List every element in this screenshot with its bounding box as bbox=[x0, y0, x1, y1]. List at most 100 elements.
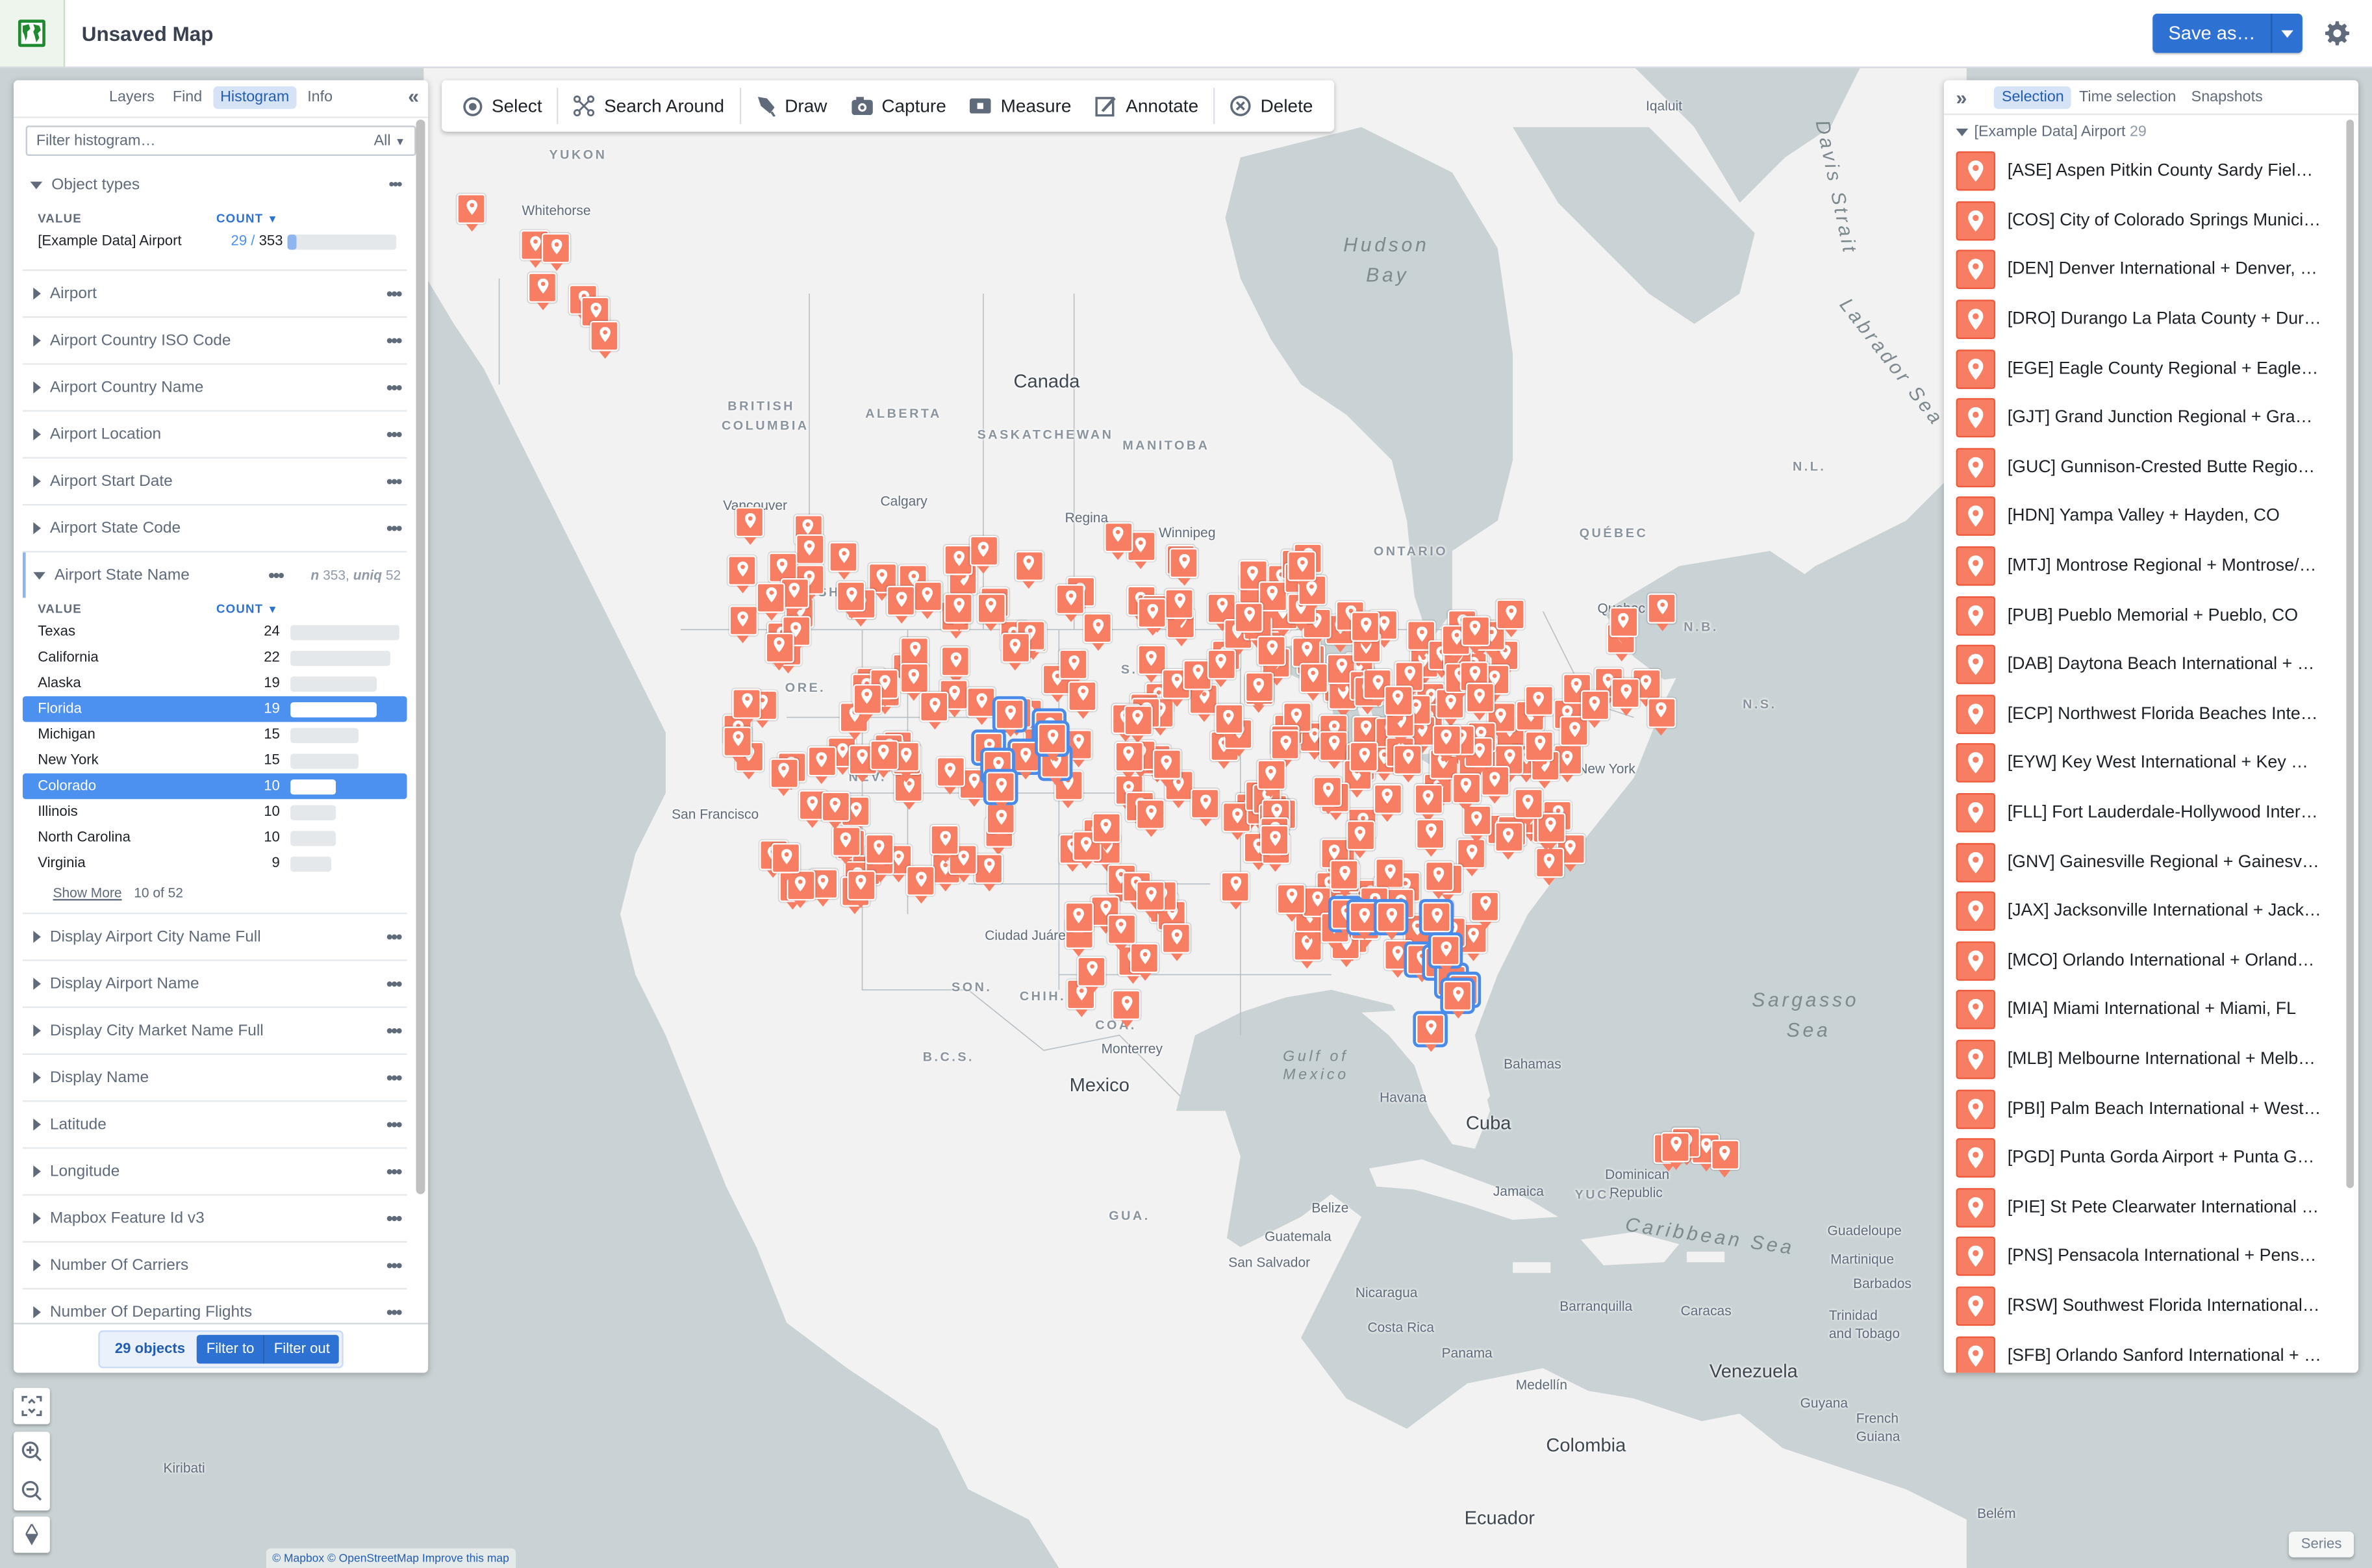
airport-marker[interactable] bbox=[1319, 730, 1349, 768]
airport-marker[interactable] bbox=[732, 688, 762, 726]
airport-marker[interactable] bbox=[869, 740, 898, 778]
count-column-header[interactable]: COUNT ▼ bbox=[216, 211, 279, 225]
selected-airport-marker[interactable] bbox=[1413, 1011, 1448, 1052]
selection-list-item[interactable]: [ASE] Aspen Pitkin County Sardy Field + … bbox=[1944, 147, 2358, 196]
more-options-icon[interactable]: ••• bbox=[386, 926, 403, 948]
show-more-link[interactable]: Show More bbox=[53, 885, 122, 900]
airport-marker[interactable] bbox=[1083, 613, 1112, 651]
delete-button[interactable]: Delete bbox=[1218, 80, 1325, 131]
histogram-row[interactable]: Michigan 15 bbox=[23, 722, 407, 748]
count-column-header[interactable]: COUNT ▼ bbox=[216, 601, 279, 615]
airport-marker[interactable] bbox=[1416, 818, 1446, 857]
airport-marker[interactable] bbox=[1191, 789, 1220, 827]
selection-list-item[interactable]: [EYW] Key West International + Key West,… bbox=[1944, 739, 2358, 788]
airport-marker[interactable] bbox=[1078, 955, 1107, 994]
airport-marker[interactable] bbox=[1330, 860, 1359, 898]
airport-marker[interactable] bbox=[1234, 601, 1263, 640]
more-options-icon[interactable]: ••• bbox=[386, 471, 403, 492]
airport-marker[interactable] bbox=[936, 757, 965, 795]
filter-out-button[interactable]: Filter out bbox=[264, 1334, 339, 1363]
airport-marker[interactable] bbox=[1169, 548, 1199, 587]
histogram-row[interactable]: Colorado 10 bbox=[22, 773, 407, 800]
property-section[interactable]: Airport State Code ••• bbox=[22, 505, 407, 553]
left-panel-scrollbar[interactable] bbox=[416, 120, 425, 1195]
airport-marker[interactable] bbox=[821, 792, 850, 830]
selection-list-item[interactable]: [MIA] Miami International + Miami, FL bbox=[1944, 985, 2358, 1035]
airport-marker[interactable] bbox=[1277, 883, 1306, 922]
selection-list-item[interactable]: [PBI] Palm Beach International + West Pa… bbox=[1944, 1084, 2358, 1133]
selection-group-header[interactable]: [Example Data] Airport 29 bbox=[1944, 115, 2358, 147]
airport-marker[interactable] bbox=[837, 581, 866, 620]
airport-marker[interactable] bbox=[1123, 705, 1153, 743]
property-section[interactable]: Number Of Carriers ••• bbox=[22, 1243, 407, 1290]
airport-marker[interactable] bbox=[944, 545, 973, 583]
selected-objects-count[interactable]: 29 objects bbox=[103, 1340, 197, 1357]
airport-marker[interactable] bbox=[724, 726, 753, 765]
airport-marker[interactable] bbox=[920, 692, 950, 730]
airport-marker[interactable] bbox=[900, 663, 929, 702]
airport-marker[interactable] bbox=[795, 534, 824, 572]
world-map-icon[interactable] bbox=[0, 0, 66, 67]
airport-marker[interactable] bbox=[1152, 750, 1181, 788]
airport-marker[interactable] bbox=[728, 605, 758, 644]
draw-button[interactable]: Draw bbox=[744, 80, 839, 131]
selection-list-item[interactable]: [JAX] Jacksonville International + Jacks… bbox=[1944, 887, 2358, 936]
save-options-dropdown[interactable] bbox=[2270, 13, 2303, 53]
airport-marker[interactable] bbox=[944, 592, 973, 631]
more-options-icon[interactable]: ••• bbox=[386, 330, 403, 351]
tab-layers[interactable]: Layers bbox=[101, 86, 162, 108]
airport-marker[interactable] bbox=[1432, 724, 1461, 763]
measure-button[interactable]: Measure bbox=[958, 80, 1083, 131]
airport-marker[interactable] bbox=[969, 536, 998, 574]
airport-marker[interactable] bbox=[772, 843, 801, 882]
save-as-button[interactable]: Save as… bbox=[2153, 14, 2271, 53]
selection-list-item[interactable]: [DRO] Durango La Plata County + Durango,… bbox=[1944, 295, 2358, 344]
airport-marker[interactable] bbox=[1559, 716, 1589, 755]
selected-airport-marker[interactable] bbox=[1373, 899, 1409, 940]
histogram-row[interactable]: California 22 bbox=[23, 645, 407, 671]
state-name-header[interactable]: Airport State Name ••• n 353, uniq 52 bbox=[26, 552, 407, 598]
airport-marker[interactable] bbox=[1414, 784, 1443, 823]
airport-marker[interactable] bbox=[1136, 881, 1165, 919]
capture-button[interactable]: Capture bbox=[839, 80, 958, 131]
airport-marker[interactable] bbox=[967, 687, 996, 726]
selection-list-item[interactable]: [HDN] Yampa Valley + Hayden, CO bbox=[1944, 492, 2358, 542]
airport-marker[interactable] bbox=[1092, 813, 1121, 852]
more-options-icon[interactable]: ••• bbox=[386, 1161, 403, 1182]
airport-marker[interactable] bbox=[1350, 741, 1379, 780]
selected-airport-marker[interactable] bbox=[1035, 720, 1070, 762]
airport-marker[interactable] bbox=[846, 870, 876, 908]
airport-marker[interactable] bbox=[906, 866, 936, 904]
annotate-button[interactable]: Annotate bbox=[1083, 80, 1211, 131]
property-section[interactable]: Display City Market Name Full ••• bbox=[22, 1008, 407, 1056]
airport-marker[interactable] bbox=[1470, 891, 1500, 929]
airport-marker[interactable] bbox=[913, 581, 942, 620]
series-button[interactable]: Series bbox=[2289, 1532, 2354, 1558]
airport-marker[interactable] bbox=[1221, 871, 1250, 909]
airport-marker[interactable] bbox=[1376, 858, 1405, 896]
airport-marker[interactable] bbox=[1257, 760, 1286, 798]
selection-list-item[interactable]: [MLB] Melbourne International + Melbourn… bbox=[1944, 1035, 2358, 1084]
airport-marker[interactable] bbox=[1394, 744, 1423, 783]
more-options-icon[interactable]: ••• bbox=[386, 1114, 403, 1135]
selected-airport-marker[interactable] bbox=[1346, 899, 1382, 940]
airport-marker[interactable] bbox=[1059, 650, 1089, 688]
object-type-row[interactable]: [Example Data] Airport 29 / 353 bbox=[23, 229, 407, 255]
airport-marker[interactable] bbox=[1580, 690, 1610, 729]
selected-airport-marker[interactable] bbox=[1007, 739, 1042, 780]
airport-marker[interactable] bbox=[1383, 685, 1413, 724]
search-around-button[interactable]: Search Around bbox=[562, 80, 737, 131]
selected-airport-marker[interactable] bbox=[1440, 978, 1475, 1019]
airport-marker[interactable] bbox=[1136, 800, 1166, 838]
airport-marker[interactable] bbox=[941, 647, 970, 685]
selected-airport-marker[interactable] bbox=[992, 696, 1028, 737]
airport-marker[interactable] bbox=[1351, 611, 1381, 650]
tab-info[interactable]: Info bbox=[300, 86, 340, 108]
filter-to-button[interactable]: Filter to bbox=[197, 1334, 265, 1363]
airport-marker[interactable] bbox=[1647, 697, 1676, 736]
airport-marker[interactable] bbox=[1346, 820, 1375, 859]
airport-marker[interactable] bbox=[1451, 773, 1481, 811]
tab-time-selection[interactable]: Time selection bbox=[2071, 86, 2184, 108]
selection-list-item[interactable]: [PUB] Pueblo Memorial + Pueblo, CO bbox=[1944, 591, 2358, 640]
airport-marker[interactable] bbox=[1611, 678, 1641, 716]
